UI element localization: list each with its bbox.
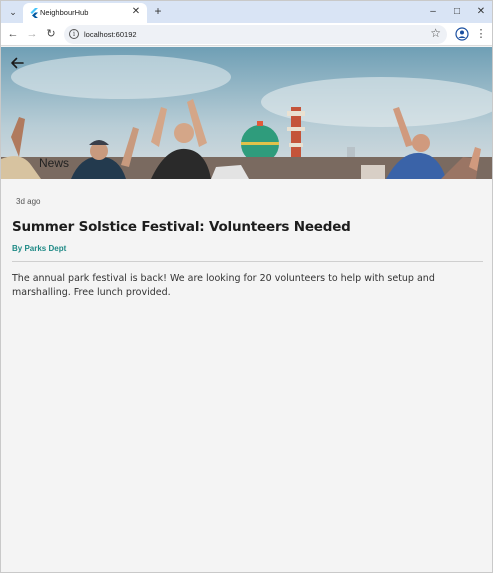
festival-crowd-image [1, 47, 492, 179]
hero-image: News [1, 47, 492, 179]
profile-icon[interactable] [455, 27, 469, 41]
divider [12, 261, 483, 262]
browser-toolbar: ← → ↻ i localhost:60192 ☆ ⋮ [1, 23, 492, 46]
reload-icon[interactable]: ↻ [43, 26, 59, 42]
address-bar[interactable]: i localhost:60192 ☆ [64, 25, 447, 44]
close-icon[interactable]: ✕ [130, 6, 142, 18]
browser-window: ⌄ NeighbourHub ✕ + – □ ✕ ← → ↻ i localho… [0, 0, 493, 573]
section-title: News [39, 156, 70, 170]
info-icon[interactable]: i [69, 29, 79, 39]
timestamp: 3d ago [16, 197, 41, 206]
arrow-left-icon[interactable] [9, 55, 25, 71]
chevron-down-icon[interactable]: ⌄ [5, 4, 21, 20]
browser-tab[interactable]: NeighbourHub ✕ [23, 3, 147, 23]
maximize-icon[interactable]: □ [445, 3, 469, 21]
tab-strip: ⌄ NeighbourHub ✕ + – □ ✕ [1, 1, 492, 23]
article: 3d ago Summer Solstice Festival: Volunte… [12, 191, 483, 300]
app-page: News 3d ago Summer Solstice Festival: Vo… [1, 47, 492, 572]
forward-icon[interactable]: → [24, 26, 40, 42]
window-close-icon[interactable]: ✕ [469, 3, 492, 21]
article-body: The annual park festival is back! We are… [12, 273, 435, 298]
url-text[interactable]: localhost:60192 [84, 30, 137, 39]
minimize-icon[interactable]: – [421, 3, 445, 21]
article-title: Summer Solstice Festival: Volunteers Nee… [12, 219, 351, 235]
star-icon[interactable]: ☆ [430, 26, 441, 40]
kebab-icon[interactable]: ⋮ [475, 26, 487, 42]
tab-title: NeighbourHub [40, 8, 89, 17]
new-tab-button[interactable]: + [151, 4, 165, 18]
article-author: By Parks Dept [12, 244, 67, 253]
flutter-icon [30, 8, 38, 18]
back-icon[interactable]: ← [5, 26, 21, 42]
